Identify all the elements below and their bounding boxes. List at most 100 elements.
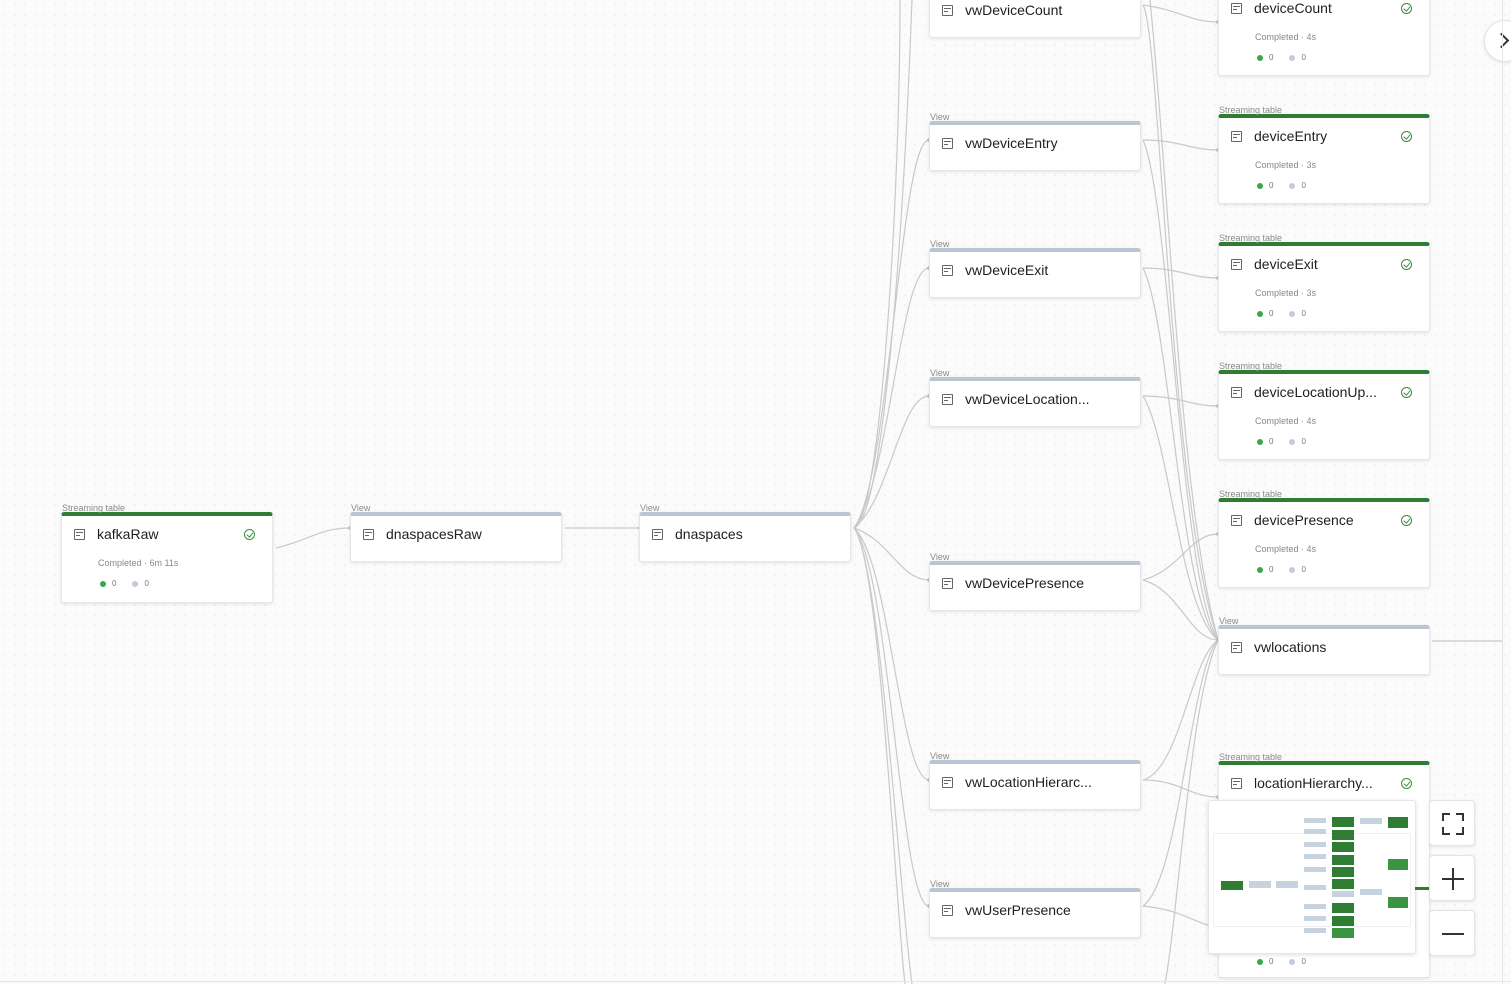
minimap-node [1304,928,1326,933]
zoom-in-button[interactable] [1429,855,1475,901]
node-type-label: Streaming table [1219,105,1283,115]
node-type-label: View [930,751,950,761]
zoom-out-button[interactable] [1429,910,1475,956]
node-vwdeviceentry[interactable]: View vwDeviceEntry [929,112,1141,171]
minimap-node [1304,842,1326,847]
node-name: kafkaRaw [97,526,159,542]
minimap-node [1332,916,1354,926]
node-type-label: View [930,879,950,889]
minimap[interactable] [1208,800,1416,954]
minimap-node [1332,830,1354,840]
green-dot-icon [1257,310,1263,317]
node-status: Completed · 4s [1255,416,1317,426]
metric-value: 0 [1301,309,1306,318]
grey-dot-icon [1289,182,1296,189]
node-status: Completed · 4s [1255,544,1317,554]
minimap-node [1332,903,1354,913]
check-circle-icon [244,529,255,540]
node-vwdevicelocation[interactable]: View vwDeviceLocation... [929,368,1141,427]
minimap-node [1304,854,1326,859]
minimap-node [1304,818,1326,823]
node-deviceexit[interactable]: Streaming table deviceExit Completed · 3… [1218,233,1430,332]
node-dnaspacesraw[interactable]: View dnaspacesRaw [350,503,562,562]
node-vwlocations[interactable]: View vwlocations [1218,616,1430,675]
minimap-node [1276,881,1298,888]
minimap-node [1332,867,1354,877]
metric-value: 0 [1269,53,1274,62]
node-vwdevicepresence[interactable]: View vwDevicePresence [929,552,1141,611]
table-icon [1231,777,1242,789]
node-vwlocationhierarc[interactable]: View vwLocationHierarc... [929,751,1141,810]
grey-dot-icon [1289,566,1296,573]
node-vwdeviceexit[interactable]: View vwDeviceExit [929,239,1141,298]
node-deviceentry[interactable]: Streaming table deviceEntry Completed · … [1218,105,1430,204]
table-icon [1231,514,1242,526]
node-vwuserpresence[interactable]: View vwUserPresence [929,879,1141,938]
minimap-node [1360,818,1382,824]
minimap-node [1360,889,1382,895]
view-icon [942,393,953,405]
metric-value: 0 [1269,437,1274,446]
node-name: vwUserPresence [965,902,1071,918]
check-circle-icon [1401,131,1412,142]
node-type-label: Streaming table [1219,361,1283,371]
metric-value: 0 [1301,53,1306,62]
node-devicecount[interactable]: deviceCount Completed · 4s 0 0 [1218,0,1430,76]
view-icon [942,4,953,16]
minimap-node [1332,928,1354,938]
node-kafkaraw[interactable]: Streaming table kafkaRaw Completed · 6m … [61,503,273,603]
node-name: dnaspaces [675,526,743,542]
node-type-label: Streaming table [62,503,126,513]
grey-dot-icon [1289,54,1296,61]
fit-to-screen-button[interactable] [1429,800,1475,846]
node-type-label: View [930,368,950,378]
minimap-node [1304,829,1326,834]
grey-dot-icon [1289,310,1296,317]
node-devicepresence[interactable]: Streaming table devicePresence Completed… [1218,489,1430,588]
node-dnaspaces[interactable]: View dnaspaces [639,503,851,562]
node-metrics: 0 0 [100,579,165,588]
node-metrics: 0 0 [1257,309,1322,318]
metric-value: 0 [144,579,149,588]
metric-value: 0 [1269,957,1274,966]
node-metrics: 0 0 [1257,181,1322,190]
view-icon [942,776,953,788]
check-circle-icon [1401,3,1412,14]
panel-divider [1502,0,1503,984]
minimap-node [1388,859,1408,870]
node-metrics: 0 0 [1257,957,1322,966]
metric-value: 0 [1269,565,1274,574]
node-name: deviceLocationUp... [1254,384,1377,400]
node-type-label: Streaming table [1219,752,1283,762]
node-name: vwDevicePresence [965,575,1085,591]
view-icon [942,577,953,589]
node-type-label: View [640,503,660,513]
node-name: deviceEntry [1254,128,1328,144]
node-name: locationHierarchy... [1254,775,1373,791]
metric-value: 0 [1301,565,1306,574]
view-icon [652,528,663,540]
node-type-label: View [930,112,950,122]
node-devicelocationup[interactable]: Streaming table deviceLocationUp... Comp… [1218,361,1430,460]
node-type-label: View [1219,616,1239,626]
view-icon [942,264,953,276]
green-dot-icon [1257,438,1263,445]
node-name: dnaspacesRaw [386,526,482,542]
green-dot-icon [100,580,106,587]
minimap-node [1332,855,1354,865]
minimap-node [1332,891,1354,897]
minimap-node [1332,817,1354,827]
node-name: vwDeviceExit [965,262,1049,278]
node-name: deviceExit [1254,256,1318,272]
view-icon [363,528,374,540]
node-type-label: Streaming table [1219,233,1283,243]
grey-dot-icon [1289,958,1296,965]
node-name: devicePresence [1254,512,1354,528]
node-vwdevicecount[interactable]: vwDeviceCount [929,0,1141,38]
minimap-viewport[interactable] [1213,833,1411,927]
fit-to-screen-icon [1442,813,1464,835]
metric-value: 0 [1301,437,1306,446]
node-name: vwDeviceLocation... [965,391,1090,407]
minus-icon [1442,923,1464,945]
node-type-label: View [930,552,950,562]
